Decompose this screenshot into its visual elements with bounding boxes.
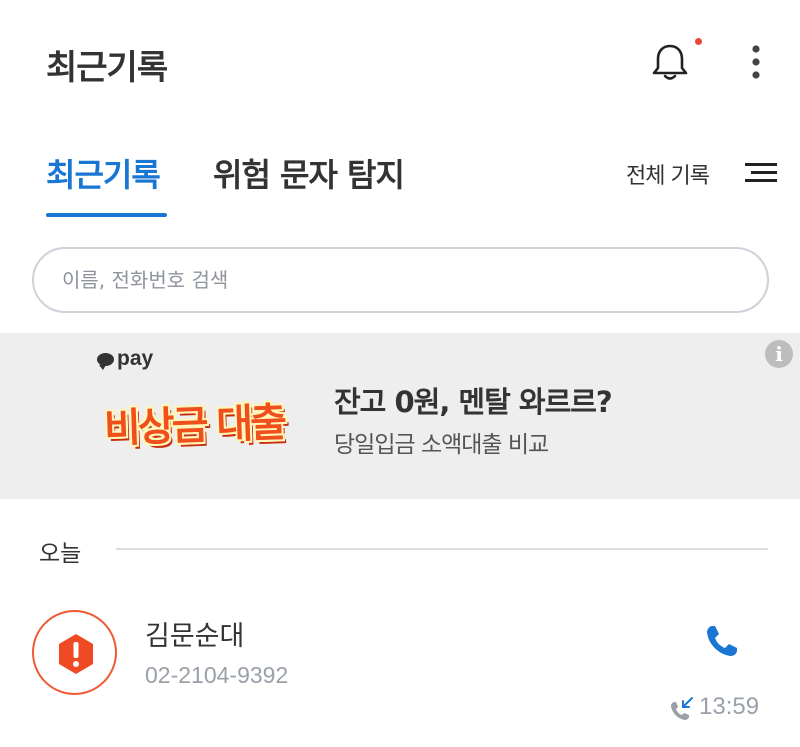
filter-label[interactable]: 전체 기록 xyxy=(626,158,710,190)
info-icon[interactable]: i xyxy=(765,340,793,368)
menu-lines-icon[interactable] xyxy=(744,158,778,188)
tab-recent[interactable]: 최근기록 xyxy=(46,150,161,196)
active-tab-indicator xyxy=(46,213,167,217)
section-title-today: 오늘 xyxy=(39,541,82,567)
incoming-call-icon xyxy=(671,697,693,720)
caller-number: 02-2104-9392 xyxy=(145,662,289,688)
tab-bar: 최근기록 위험 문자 탐지 전체 기록 xyxy=(0,140,800,220)
notification-dot xyxy=(695,38,702,45)
caller-name: 김문순대 xyxy=(145,621,245,652)
search-input[interactable] xyxy=(62,249,722,311)
ad-logo: 비상금 대출 xyxy=(103,399,285,453)
tab-spam-text-detection[interactable]: 위험 문자 탐지 xyxy=(213,150,405,196)
ad-banner[interactable]: pay 비상금 대출 잔고 0원, 멘탈 와르르? 당일입금 소액대출 비교 i xyxy=(0,333,800,499)
section-divider xyxy=(116,548,768,550)
more-vertical-icon[interactable] xyxy=(744,42,768,82)
page-title: 최근기록 xyxy=(46,48,168,88)
ad-title: 잔고 0원, 멘탈 와르르? xyxy=(334,385,613,419)
call-list-item[interactable]: 김문순대 02-2104-9392 13:59 xyxy=(0,600,800,730)
call-time: 13:59 xyxy=(699,693,760,720)
chat-bubble-icon xyxy=(97,352,114,370)
app-header: 최근기록 xyxy=(0,0,800,125)
phone-call-icon[interactable] xyxy=(703,622,741,660)
spam-warning-icon xyxy=(59,634,93,674)
pay-logo: pay xyxy=(97,347,153,371)
caller-avatar xyxy=(32,610,117,695)
bell-icon[interactable] xyxy=(648,40,692,84)
ad-subtitle: 당일입금 소액대출 비교 xyxy=(334,432,549,458)
search-box[interactable] xyxy=(32,247,769,313)
